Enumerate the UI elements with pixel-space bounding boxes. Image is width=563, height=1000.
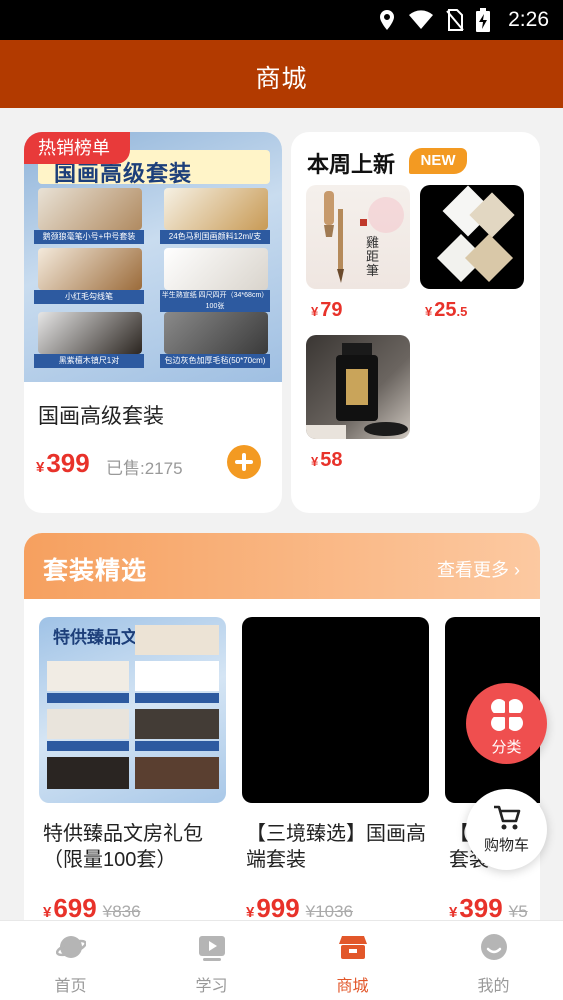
image-tile xyxy=(164,188,268,230)
nav-profile[interactable]: 我的 xyxy=(423,921,563,1000)
new-arrivals-card: 本周上新 NEW 雞 距 筆 ¥79 ¥25.5 ¥ 58 xyxy=(291,132,540,513)
planet-icon xyxy=(56,936,86,958)
combo-product-card[interactable]: 【三境臻选】国画高端套装 ¥999 ¥1036 xyxy=(242,617,442,927)
cart-label: 购物车 xyxy=(483,837,529,854)
wifi-icon xyxy=(409,10,434,29)
svg-text:距: 距 xyxy=(366,250,379,265)
hot-badge: 热销榜单 xyxy=(24,132,130,164)
nav-shop[interactable]: 商城 xyxy=(282,921,423,1000)
combo-title: 套装精选 xyxy=(43,557,148,585)
shop-icon xyxy=(339,936,367,959)
nav-home[interactable]: 首页 xyxy=(0,921,141,1000)
new-item-price: ¥79 xyxy=(311,299,342,322)
price-value: 399 xyxy=(46,448,90,478)
image-caption: 小红毛勾线笔 xyxy=(34,290,144,304)
see-more-label: 查看更多 xyxy=(436,560,509,580)
image-caption: 黑紫檀木镇尺1对 xyxy=(34,354,144,368)
price-value: 399 xyxy=(459,893,503,923)
cart-icon xyxy=(494,805,521,830)
new-item-image[interactable]: 雞 距 筆 xyxy=(306,185,410,289)
original-price: ¥836 xyxy=(102,902,141,921)
user-icon xyxy=(481,934,507,960)
combo-product-name: 【三境臻选】国画高端套装 xyxy=(246,823,426,871)
combo-product-name: 特供臻品文房礼包（限量100套） xyxy=(43,823,203,871)
chevron-right-icon: › xyxy=(514,560,520,580)
original-price: ¥5 xyxy=(508,902,528,921)
original-price: ¥1036 xyxy=(305,902,354,921)
category-button[interactable]: 分类 xyxy=(466,683,547,764)
status-time: 2:26 xyxy=(508,8,549,31)
currency-symbol: ¥ xyxy=(43,904,52,921)
price-value: 999 xyxy=(256,893,300,923)
currency-symbol: ¥ xyxy=(36,459,45,476)
hot-product-price: ¥399 xyxy=(36,448,90,479)
page-title: 商城 xyxy=(255,65,308,93)
battery-charging-icon xyxy=(476,8,491,32)
brush-product-image: 雞 距 筆 xyxy=(324,191,404,283)
image-tile xyxy=(38,312,142,354)
bottom-nav: 首页 学习 商城 我的 xyxy=(0,920,563,1000)
add-to-cart-button[interactable] xyxy=(227,445,261,479)
paper-product-image xyxy=(436,185,515,283)
combo-product-card[interactable]: 【套装 ¥399 ¥5 xyxy=(445,617,540,927)
image-caption: 24色马利国画颜料12ml/支 xyxy=(160,230,270,244)
cart-button[interactable]: 购物车 xyxy=(466,789,547,870)
image-caption: 包边灰色加厚毛毡(50*70cm) xyxy=(160,354,270,368)
no-sim-icon xyxy=(446,9,464,31)
currency-symbol: ¥ xyxy=(449,904,458,921)
price-value: 79 xyxy=(320,299,343,321)
currency-symbol: ¥ xyxy=(311,454,319,469)
combo-product-image[interactable]: 特供臻品文房礼包 xyxy=(39,617,226,803)
image-tile xyxy=(164,312,268,354)
image-caption: 半生熟宣纸 四尺四开（34*68cm）100张 xyxy=(160,290,270,312)
clover-icon xyxy=(491,699,523,731)
currency-symbol: ¥ xyxy=(311,304,319,319)
ink-product-image xyxy=(306,343,408,439)
new-item-image[interactable] xyxy=(306,335,410,439)
image-caption: 鹅颈狼毫笔小号+中号套装 xyxy=(34,230,144,244)
nav-label: 学习 xyxy=(195,978,228,995)
sold-count: 已售:2175 xyxy=(106,459,183,478)
hot-product-name[interactable]: 国画高级套装 xyxy=(38,400,164,430)
status-bar: 2:26 xyxy=(0,0,563,40)
location-icon xyxy=(380,10,395,30)
see-more-link[interactable]: 查看更多 › xyxy=(437,556,520,582)
image-tile xyxy=(38,188,142,230)
currency-symbol: ¥ xyxy=(425,304,433,319)
hot-product-card[interactable]: 国画高级套装 鹅颈狼毫笔小号+中号套装 24色马利国画颜料12ml/支 小红毛勾… xyxy=(24,132,282,513)
new-item-price: ¥25.5 xyxy=(425,299,467,322)
hot-product-image[interactable]: 国画高级套装 鹅颈狼毫笔小号+中号套装 24色马利国画颜料12ml/支 小红毛勾… xyxy=(24,132,282,382)
nav-study[interactable]: 学习 xyxy=(141,921,282,1000)
play-icon xyxy=(199,936,225,961)
gift-set-image: 特供臻品文房礼包 xyxy=(47,625,219,789)
nav-label: 我的 xyxy=(477,978,510,995)
svg-text:雞: 雞 xyxy=(366,236,379,251)
price-value: 25 xyxy=(434,299,457,321)
image-tile xyxy=(164,248,268,290)
new-item-image[interactable] xyxy=(420,185,524,289)
combo-product-image[interactable] xyxy=(242,617,429,803)
new-item-price: ¥58 xyxy=(311,449,342,472)
category-label: 分类 xyxy=(491,739,522,756)
price-value: 58 xyxy=(320,449,343,471)
nav-label: 商城 xyxy=(336,978,369,995)
image-tile xyxy=(38,248,142,290)
new-badge: NEW xyxy=(409,148,467,174)
price-decimal: .5 xyxy=(456,304,468,319)
combo-section: 套装精选 查看更多 › 特供臻品文房礼包 特供臻品文房礼包（限量100套） ¥6… xyxy=(24,533,540,933)
app-header: 商城 xyxy=(0,40,563,108)
new-arrivals-title: 本周上新 xyxy=(307,152,396,177)
svg-text:筆: 筆 xyxy=(366,264,379,279)
currency-symbol: ¥ xyxy=(246,904,255,921)
nav-label: 首页 xyxy=(54,978,87,995)
price-value: 699 xyxy=(53,893,97,923)
combo-product-card[interactable]: 特供臻品文房礼包 特供臻品文房礼包（限量100套） ¥699 ¥836 xyxy=(39,617,239,927)
combo-header: 套装精选 查看更多 › xyxy=(24,533,540,599)
